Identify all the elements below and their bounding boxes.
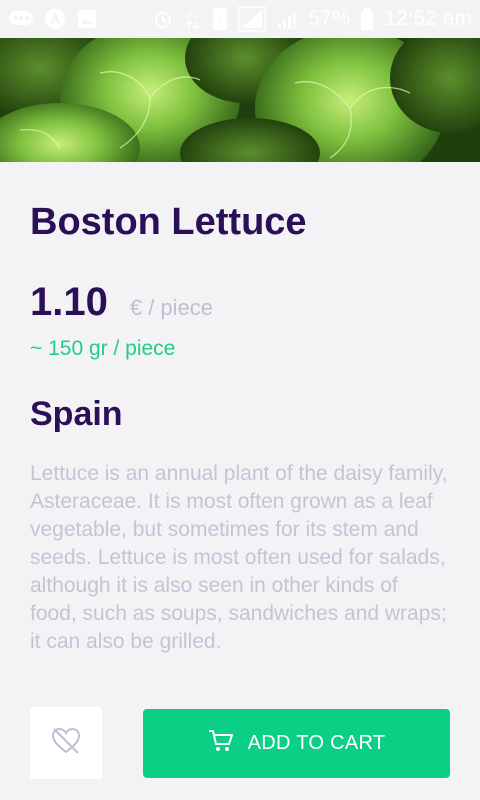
image-icon: [76, 8, 98, 30]
heart-off-icon: [50, 725, 82, 762]
svg-text:1: 1: [217, 15, 223, 26]
favorite-button[interactable]: [30, 707, 102, 779]
signal-4g-icon: 4G: [184, 7, 202, 31]
svg-text:4G: 4G: [185, 10, 199, 21]
signal-icon: [238, 6, 267, 32]
status-left: [8, 8, 98, 30]
product-description: Lettuce is an annual plant of the daisy …: [30, 462, 448, 653]
battery-percent: 57%: [308, 7, 351, 30]
product-image: [0, 38, 480, 162]
status-bar: 4G 1 57% 12:52 am: [0, 0, 480, 38]
battery-icon: [360, 7, 374, 31]
product-price: 1.10: [30, 280, 108, 324]
add-to-cart-button[interactable]: ADD TO CART: [143, 709, 450, 778]
status-right: 4G 1 57% 12:52 am: [152, 6, 472, 32]
add-to-cart-label: ADD TO CART: [247, 732, 386, 754]
alarm-icon: [152, 8, 174, 30]
cart-icon: [208, 729, 234, 759]
a-icon: [44, 8, 66, 30]
product-origin: Spain: [30, 395, 123, 433]
price-row: 1.10 € / piece: [30, 280, 450, 325]
sim-icon: 1: [212, 7, 228, 31]
product-title: Boston Lettuce: [30, 201, 307, 243]
chat-icon: [8, 9, 34, 29]
product-weight: ~ 150 gr / piece: [30, 337, 176, 360]
price-unit: € / piece: [129, 295, 214, 320]
clock: 12:52 am: [384, 7, 472, 30]
signal-icon-2: [276, 8, 298, 30]
product-details: Boston Lettuce 1.10 € / piece ~ 150 gr /…: [30, 162, 450, 656]
